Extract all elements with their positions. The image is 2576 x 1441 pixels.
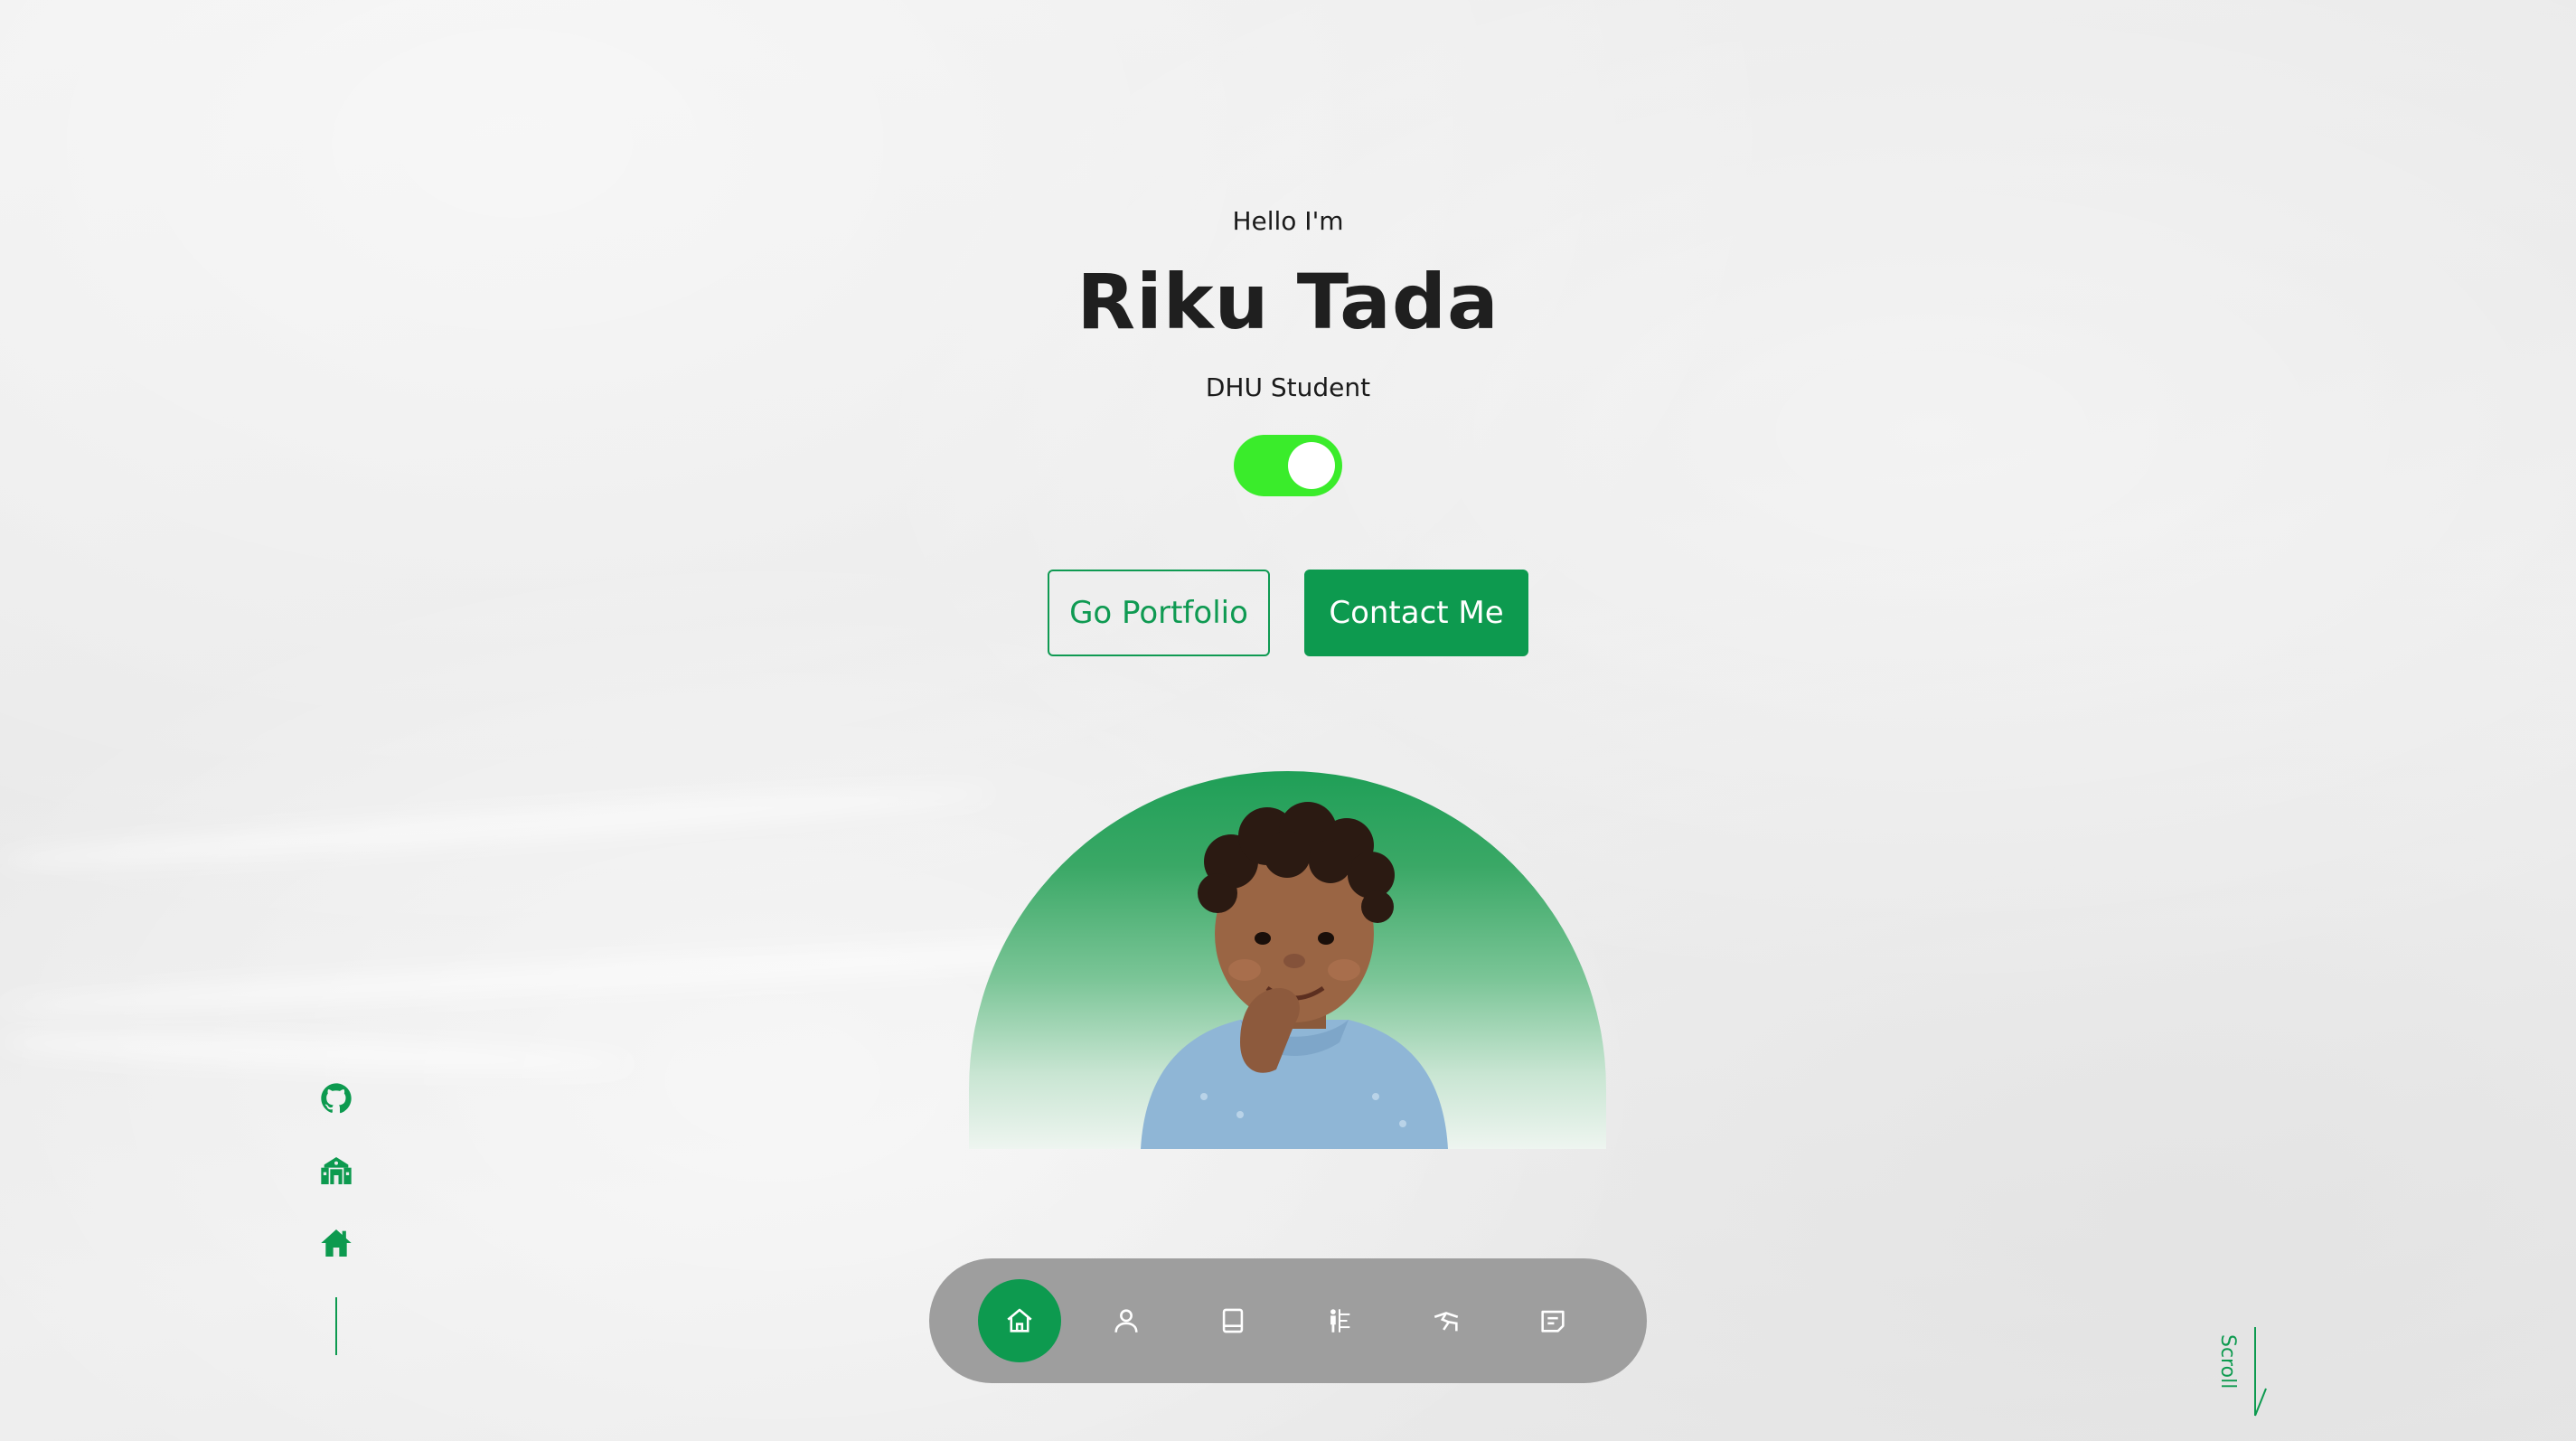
message-icon: [1541, 1310, 1565, 1333]
contact-me-button[interactable]: Contact Me: [1304, 570, 1528, 656]
scroll-arrow-icon: [2254, 1327, 2267, 1417]
user-icon: [1114, 1309, 1138, 1333]
experience-icon: [1330, 1309, 1350, 1333]
profile-photo-illustration: [1141, 802, 1448, 1149]
social-divider-line: [335, 1297, 337, 1355]
bottom-navbar: [929, 1258, 1647, 1383]
name-heading: Riku Tada: [1076, 258, 1500, 346]
toggle-knob: [1288, 442, 1335, 489]
nav-experience[interactable]: [1298, 1279, 1381, 1362]
home-icon: [1007, 1308, 1032, 1333]
scroll-indicator[interactable]: Scroll: [2216, 1325, 2273, 1423]
portfolio-icon: [1434, 1312, 1459, 1332]
profile-photo: [969, 771, 1606, 1149]
house-icon[interactable]: [318, 1225, 354, 1261]
scroll-label: Scroll: [2216, 1333, 2239, 1389]
github-icon[interactable]: [318, 1080, 354, 1116]
background-streak: [0, 1028, 634, 1078]
theme-toggle[interactable]: [1234, 435, 1342, 496]
school-icon[interactable]: [318, 1153, 354, 1189]
nav-resume[interactable]: [1191, 1279, 1274, 1362]
nav-portfolio[interactable]: [1405, 1279, 1488, 1362]
book-icon: [1222, 1308, 1244, 1333]
nav-about[interactable]: [1085, 1279, 1168, 1362]
role-text: DHU Student: [1205, 372, 1371, 402]
go-portfolio-button[interactable]: Go Portfolio: [1048, 570, 1270, 656]
greeting-text: Hello I'm: [1232, 206, 1344, 236]
nav-contact[interactable]: [1511, 1279, 1594, 1362]
nav-home[interactable]: [978, 1279, 1061, 1362]
background-streak: [0, 778, 994, 876]
